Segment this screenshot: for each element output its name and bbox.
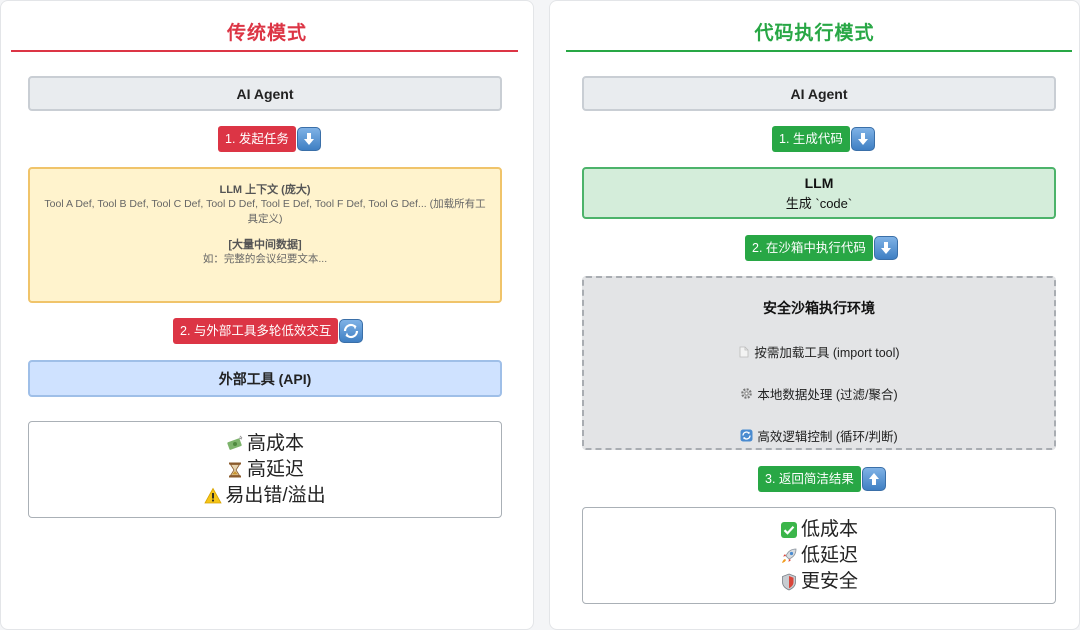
step-label: 2. 在沙箱中执行代码 [745,235,873,261]
sandbox-item: 本地数据处理 (过滤/聚合) [740,384,898,403]
llm-subtitle: 生成 `code` [785,195,853,211]
ai-agent-box: AI Agent [582,76,1056,111]
traditional-results-box: 高成本 高延迟 易出错/溢出 [28,421,502,518]
panel-title: 代码执行模式 [754,23,875,44]
refresh-icon [339,319,364,343]
result-item: 更安全 [780,569,858,595]
llm-box: LLM 生成 `code` [582,167,1056,219]
external-tools-label: 外部工具 (API) [218,370,312,387]
sandbox-title: 安全沙箱执行环境 [763,300,875,316]
check-icon [780,521,797,538]
intermediate-data-text: 如：完整的会议纪要文本... [202,253,328,265]
gear-icon [741,388,753,399]
step-label: 3. 返回简洁结果 [758,466,861,492]
context-text: Tool A Def, Tool B Def, Tool C Def, Tool… [44,198,486,225]
result-item: 低延迟 [780,543,858,569]
rocket-icon [781,548,797,563]
code-execution-mode-panel: 代码执行模式 AI Agent 1. 生成代码 LLM 生成 `code` 2.… [549,0,1080,630]
context-title: LLM 上下文 (庞大) [219,184,311,196]
ai-agent-label: AI Agent [236,85,294,102]
result-item: 低成本 [780,517,858,543]
code-mode-results-box: 低成本 低延迟 更安全 [582,507,1056,604]
title-underline [566,50,1072,52]
intermediate-data-title: [大量中间数据] [228,239,302,251]
sandbox-box: 安全沙箱执行环境 按需加载工具 (import tool) 本地数据处理 (过滤… [582,276,1056,450]
arrow-down-icon [850,127,875,151]
external-tools-box: 外部工具 (API) [28,360,502,397]
arrow-up-icon [861,467,886,491]
title-underline [11,50,518,52]
result-item: 高成本 [226,431,304,457]
llm-context-box: LLM 上下文 (庞大) Tool A Def, Tool B Def, Too… [28,167,502,303]
arrow-down-icon [873,236,898,260]
ai-agent-box: AI Agent [28,76,502,111]
sandbox-item: 高效逻辑控制 (循环/判断) [740,426,898,445]
document-icon [740,346,749,357]
result-item: 易出错/溢出 [204,483,326,509]
warning-icon [204,487,223,503]
sandbox-item: 按需加载工具 (import tool) [738,342,900,361]
traditional-mode-panel: 传统模式 AI Agent 1. 发起任务 LLM 上下文 (庞大) Tool … [0,0,534,630]
arrow-down-icon [296,127,321,151]
step-initiate-task: 1. 发起任务 [218,126,321,152]
result-item: 高延迟 [226,457,304,483]
step-label: 2. 与外部工具多轮低效交互 [173,318,339,344]
llm-title: LLM [804,174,834,191]
ai-agent-label: AI Agent [790,85,848,102]
money-icon [227,435,243,450]
step-generate-code: 1. 生成代码 [772,126,875,152]
shield-icon [782,573,796,590]
step-tool-interaction: 2. 与外部工具多轮低效交互 [173,318,364,344]
hourglass-icon [228,462,241,477]
step-execute-in-sandbox: 2. 在沙箱中执行代码 [745,235,898,261]
step-return-results: 3. 返回简洁结果 [758,466,886,492]
panel-title: 传统模式 [226,23,307,44]
step-label: 1. 生成代码 [772,126,850,152]
step-label: 1. 发起任务 [218,126,296,152]
loop-icon [740,429,753,442]
